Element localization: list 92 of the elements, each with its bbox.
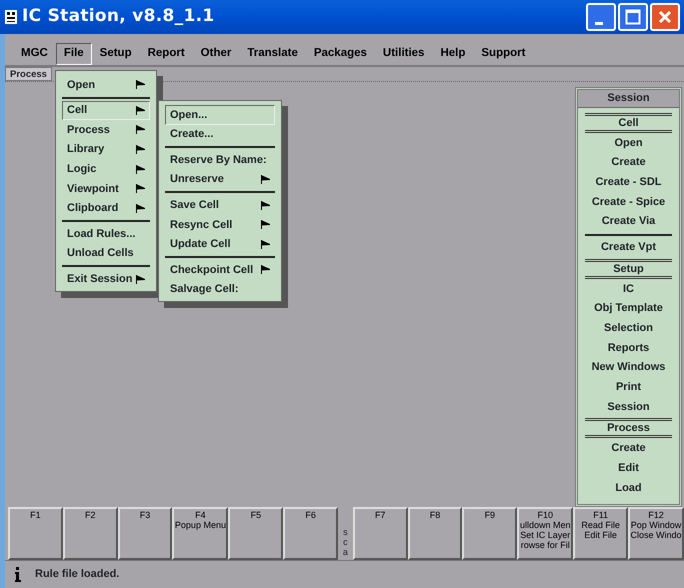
function-key[interactable]: F1 [8, 507, 63, 560]
menu-item-label: Unload Cells [67, 246, 134, 262]
menu-item-label: Load Rules... [67, 226, 136, 242]
function-key[interactable]: F2 [62, 507, 118, 560]
menu-item[interactable]: Exit Session [62, 269, 150, 289]
menu-item-label: Clipboard [67, 201, 118, 216]
menu-item-label: Save Cell [170, 198, 219, 213]
panel-button[interactable]: Create - Spice [580, 192, 677, 212]
close-button[interactable] [650, 3, 680, 31]
menu-item[interactable]: Open [62, 75, 150, 95]
menu-item[interactable]: Support [473, 43, 534, 65]
menu-item[interactable]: Packages [306, 43, 375, 65]
menu-item[interactable]: Clipboard [62, 198, 150, 218]
menu-item[interactable]: Other [192, 43, 240, 65]
menu-item-label: Logic [67, 162, 96, 177]
section-header: Process [585, 418, 672, 438]
function-key[interactable]: F12 Pop Window Close Windo [628, 507, 684, 560]
menu-item-label: Reserve By Name: [170, 152, 267, 168]
menu-item[interactable]: Unreserve [165, 170, 275, 190]
panel-button[interactable]: Create [580, 439, 677, 460]
menu-item[interactable]: Unload Cells [62, 244, 150, 264]
function-key[interactable]: F4 Popup Menu [172, 507, 228, 560]
menu-item-label: Salvage Cell: [170, 282, 238, 298]
menu-item[interactable]: Setup [92, 43, 140, 65]
menu-item[interactable]: Viewpoint [62, 178, 150, 199]
menu-item-label: Library [67, 142, 104, 158]
tab[interactable]: Process [5, 67, 52, 81]
panel-button[interactable]: Obj Template [580, 299, 677, 319]
menu-item-label: Cell [67, 103, 88, 118]
panel-button[interactable]: Selection [580, 319, 677, 339]
function-key[interactable]: F7 [352, 507, 408, 560]
menu-item-label: Viewpoint [67, 182, 119, 197]
close-icon [658, 10, 672, 24]
panel-button[interactable]: Edit [580, 459, 677, 479]
menu-item[interactable]: Process [62, 120, 150, 140]
menu-item-label: Open [67, 78, 96, 93]
menu-item[interactable]: Resync Cell [165, 214, 275, 235]
menu-item[interactable]: Utilities [374, 43, 432, 65]
panel-button[interactable]: Print [580, 378, 677, 398]
panel-title: Session [578, 90, 679, 108]
section-header: Setup [585, 258, 672, 279]
panel-button[interactable]: Open [580, 134, 677, 154]
function-key[interactable]: F8 [408, 507, 462, 560]
menu-item[interactable]: Update Cell [165, 234, 275, 254]
function-key[interactable]: F3 [118, 507, 172, 560]
section-header: Cell [585, 112, 672, 132]
menu-item[interactable]: File [56, 43, 92, 65]
menu-item[interactable]: Report [140, 43, 193, 65]
panel-button[interactable]: Session [580, 398, 677, 418]
menu-item[interactable]: Help [432, 43, 474, 65]
menu-item[interactable]: Open... [165, 105, 275, 125]
panel-button[interactable]: IC [580, 280, 677, 300]
panel-button[interactable]: New Windows [580, 358, 677, 378]
menu-item-label: Create... [170, 127, 214, 142]
key-label: sca [342, 526, 349, 559]
panel-button[interactable]: Create Vpt [580, 238, 677, 258]
maximize-button[interactable] [618, 3, 648, 31]
menu-item-label: Checkpoint Cell [170, 262, 254, 278]
panel-button[interactable]: Create Via [580, 212, 677, 232]
menu-item[interactable]: Translate [239, 43, 306, 65]
menu-item[interactable]: Create... [165, 124, 275, 144]
menu-item[interactable]: Logic [62, 159, 150, 179]
maximize-icon [625, 9, 641, 25]
function-key[interactable]: F6 [283, 507, 338, 560]
panel-button[interactable]: Create [580, 153, 677, 173]
menu-item-label: Unreserve [170, 172, 224, 188]
function-key[interactable]: F11 Read File Edit File [573, 507, 628, 560]
menu-item-label: Resync Cell [170, 218, 232, 233]
menu-item-label: Open... [170, 108, 208, 123]
menu-item-label: Process [67, 122, 110, 138]
menu-item[interactable]: Save Cell [165, 195, 275, 215]
function-key[interactable]: F10 ulldown Men Set IC Layer rowse for Fil [517, 507, 574, 560]
minimize-button[interactable] [586, 3, 616, 31]
panel-button[interactable]: Reports [580, 338, 677, 358]
menu-item[interactable]: MGC [13, 43, 56, 65]
menu-item[interactable]: Library [62, 140, 150, 160]
menu-item-label: Update Cell [170, 237, 231, 252]
window-title: IC Station, v8.8_1.1 [22, 5, 214, 28]
minimize-icon [595, 22, 603, 24]
info-icon [15, 567, 21, 582]
menu-item[interactable]: Load Rules... [62, 224, 150, 244]
menu-item[interactable]: Salvage Cell: [165, 280, 275, 300]
menu-item[interactable]: Reserve By Name: [165, 150, 275, 170]
menu-item[interactable]: Cell [62, 100, 150, 120]
app-icon [4, 9, 18, 25]
status-message: Rule file loaded. [35, 567, 120, 582]
function-key[interactable]: F5 [228, 507, 284, 560]
panel-button[interactable]: Load [580, 478, 677, 498]
panel-button[interactable]: Create - SDL [580, 172, 677, 193]
menu-item[interactable]: Checkpoint Cell [165, 260, 275, 280]
function-key[interactable]: F9 [462, 507, 518, 560]
menu-item-label: Exit Session [67, 272, 132, 287]
